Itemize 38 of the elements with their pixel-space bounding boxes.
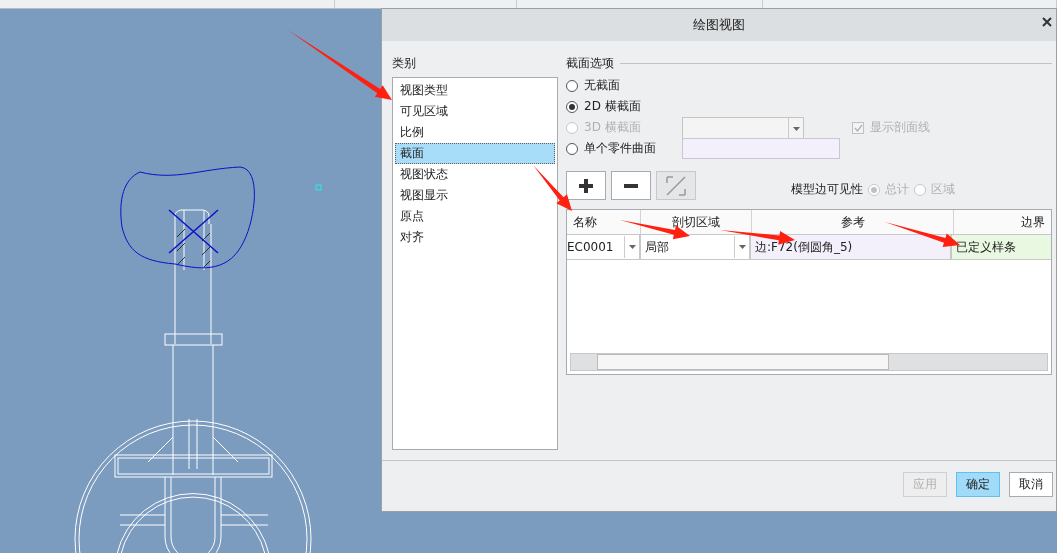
table-cell[interactable]: 已定义样条 (952, 235, 1051, 259)
option-label: 无截面 (584, 77, 621, 94)
category-item[interactable]: 对齐 (395, 227, 555, 248)
radio-button[interactable] (566, 79, 578, 92)
category-label: 类别 (392, 55, 417, 72)
category-item[interactable]: 视图状态 (395, 164, 555, 185)
radio-button[interactable] (566, 142, 578, 155)
option-label: 单个零件曲面 (584, 140, 657, 157)
horizontal-scrollbar[interactable] (570, 353, 1048, 371)
cross-section-dropdown[interactable] (682, 116, 804, 139)
category-item[interactable]: 可见区域 (395, 101, 555, 122)
plus-icon (579, 178, 593, 193)
name-dropdown[interactable]: EC0001 (567, 235, 641, 259)
section-options-label: 截面选项 (566, 55, 614, 72)
category-item[interactable]: 原点 (395, 206, 555, 227)
radio-button[interactable] (566, 100, 578, 113)
edge-visibility-label: 模型边可见性 (791, 181, 863, 198)
option-label: 区域 (931, 181, 955, 198)
category-item[interactable]: 比例 (395, 122, 555, 143)
toolbar-button[interactable] (566, 171, 606, 200)
category-item[interactable]: 视图类型 (395, 80, 555, 101)
dialog-button[interactable]: 取消 (1009, 472, 1053, 497)
dropdown-caret-icon (792, 126, 800, 131)
window-title: 绘图视图 (693, 16, 745, 34)
dialog-button[interactable]: 确定 (956, 472, 1000, 497)
option-label: 2D 横截面 (584, 98, 642, 115)
flip-arrows-icon (666, 175, 686, 196)
close-icon[interactable] (1042, 17, 1052, 27)
minus-icon (624, 183, 638, 188)
surface-input-field[interactable] (682, 138, 840, 159)
toolbar-button[interactable] (611, 171, 651, 200)
option-label: 3D 横截面 (584, 119, 642, 136)
column-header[interactable]: 边界 (954, 210, 1051, 234)
checkbox-label: 显示剖面线 (870, 119, 930, 136)
category-item[interactable]: 截面 (395, 143, 555, 164)
category-item[interactable]: 视图显示 (395, 185, 555, 206)
option-label: 总计 (885, 181, 909, 198)
dropdown-caret-icon (628, 245, 636, 249)
